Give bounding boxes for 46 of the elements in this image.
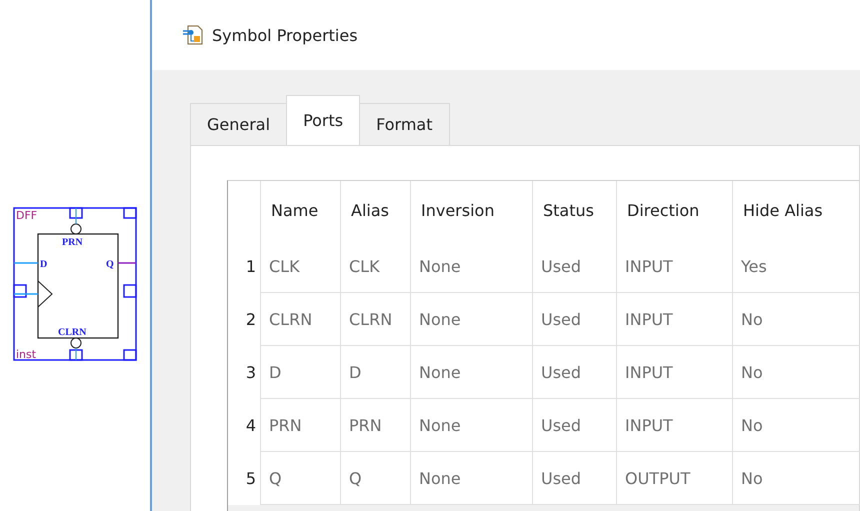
- table-cell: INPUT: [616, 399, 732, 452]
- table-cell: INPUT: [616, 240, 732, 293]
- table-cell: PRN: [340, 399, 410, 452]
- table-cell: None: [410, 346, 532, 399]
- table-cell: D: [260, 346, 340, 399]
- table-cell: Used: [532, 346, 616, 399]
- column-header: Name: [260, 181, 340, 240]
- column-header: Direction: [616, 181, 732, 240]
- table-cell: INPUT: [616, 346, 732, 399]
- column-header: Hide Alias: [732, 181, 860, 240]
- table-cell: CLRN: [340, 293, 410, 346]
- row-number: 5: [244, 468, 257, 490]
- port-label: CLRN: [58, 327, 86, 338]
- table-cell: None: [410, 240, 532, 293]
- table-cell: Yes: [732, 240, 860, 293]
- table-cell: Used: [532, 399, 616, 452]
- column-header: Alias: [340, 181, 410, 240]
- port-label: PRN: [62, 237, 83, 248]
- symbol-name: DFF: [16, 209, 38, 222]
- table-cell: No: [732, 399, 860, 452]
- tab[interactable]: Ports: [286, 95, 360, 145]
- row-number: 3: [244, 362, 257, 384]
- instance-name: inst: [16, 348, 36, 361]
- tab[interactable]: Format: [359, 103, 450, 145]
- row-number: 1: [244, 256, 257, 278]
- table-cell: Used: [532, 240, 616, 293]
- column-header: Status: [532, 181, 616, 240]
- row-number: 2: [244, 309, 257, 331]
- row-number: 4: [244, 415, 257, 437]
- table-cell: None: [410, 293, 532, 346]
- table-cell: CLK: [340, 240, 410, 293]
- symbol-file-icon: [182, 24, 204, 46]
- tab[interactable]: General: [190, 103, 288, 145]
- port-label: D: [40, 259, 48, 270]
- table-cell: No: [732, 346, 860, 399]
- table-cell: PRN: [260, 399, 340, 452]
- table-cell: INPUT: [616, 293, 732, 346]
- window-title: Symbol Properties: [212, 26, 358, 44]
- table-cell: None: [410, 399, 532, 452]
- table-cell: No: [732, 293, 860, 346]
- table-cell: D: [340, 346, 410, 399]
- port-label: Q: [106, 259, 114, 270]
- table-cell: CLRN: [260, 293, 340, 346]
- table-cell: Used: [532, 293, 616, 346]
- column-header: Inversion: [410, 181, 532, 240]
- table-cell: CLK: [260, 240, 340, 293]
